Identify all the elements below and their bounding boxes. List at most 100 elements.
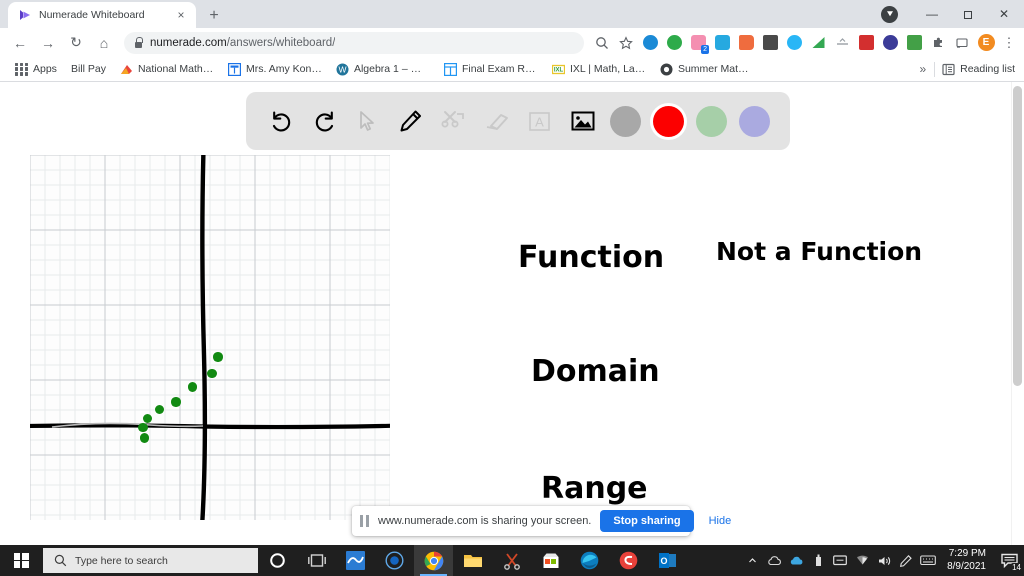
extension-cyan-square-icon[interactable] [710, 31, 734, 55]
close-window-button[interactable]: ✕ [986, 0, 1022, 28]
snipping-tool-icon[interactable] [492, 545, 531, 576]
color-swatch-red[interactable] [652, 104, 686, 138]
hide-button[interactable]: Hide [703, 515, 738, 527]
extension-kami-k-icon[interactable] [878, 31, 902, 55]
cortana-icon[interactable] [258, 545, 297, 576]
extension-pink-tag-icon[interactable]: 2 [686, 31, 710, 55]
shapes-tool[interactable] [437, 104, 471, 138]
extension-orange-book-icon[interactable] [734, 31, 758, 55]
tray-pen-icon[interactable] [895, 545, 917, 576]
outlook-icon[interactable]: O [648, 545, 687, 576]
bookmark-item-bill-pay[interactable]: Bill Pay [64, 58, 113, 80]
screen-share-bar: www.numerade.com is sharing your screen.… [352, 506, 731, 536]
taskbar-clock[interactable]: 7:29 PM 8/9/2021 [939, 545, 994, 576]
tray-volume-icon[interactable] [873, 545, 895, 576]
extension-blue-circle-icon[interactable] [638, 31, 662, 55]
address-bar[interactable]: numerade.com/answers/whiteboard/ [124, 31, 584, 54]
pencil-tool[interactable] [394, 104, 428, 138]
eraser-tool[interactable] [480, 104, 514, 138]
bookmark-apps[interactable]: Apps [8, 58, 64, 80]
tray-keyboard-icon[interactable] [917, 545, 939, 576]
select-cursor-tool[interactable] [351, 104, 385, 138]
label-range: Range [541, 471, 648, 506]
bookmark-item-summer-math-practice[interactable]: Summer Math Pract... [653, 58, 761, 80]
page-scrollbar[interactable] [1011, 82, 1024, 545]
color-swatch-green[interactable] [695, 104, 729, 138]
windows-start-icon[interactable] [0, 545, 42, 576]
image-tool[interactable] [566, 104, 600, 138]
extension-adobe-pdf-icon[interactable] [854, 31, 878, 55]
bookmark-label: Summer Math Pract... [677, 63, 754, 75]
bookmark-label: Algebra 1 – When... [353, 63, 430, 75]
extension-cast-icon[interactable] [950, 31, 974, 55]
table-icon [443, 62, 458, 76]
tray-blue-cloud-icon[interactable] [785, 545, 807, 576]
bookmark-item-ixl[interactable]: IXL IXL | Math, Languag... [545, 58, 653, 80]
redo-button[interactable] [308, 104, 342, 138]
reading-list-label: Reading list [960, 63, 1015, 75]
bookmark-star-icon[interactable] [614, 31, 638, 55]
minimize-button[interactable]: — [914, 0, 950, 28]
extension-puzzle-piece-icon[interactable] [926, 31, 950, 55]
extension-dark-grid-icon[interactable] [758, 31, 782, 55]
zoom-search-icon[interactable] [590, 31, 614, 55]
tab-numerade-whiteboard[interactable]: Numerade Whiteboard × [8, 2, 196, 28]
reading-list-button[interactable]: Reading list [935, 63, 1024, 76]
tray-chevron-up-icon[interactable] [741, 545, 763, 576]
forward-icon[interactable]: → [34, 29, 62, 57]
file-explorer-icon[interactable] [453, 545, 492, 576]
window-controls: — ✕ [881, 0, 1024, 28]
bookmark-item-final-exam-review[interactable]: Final Exam Review -... [437, 58, 545, 80]
tray-wifi-icon[interactable] [851, 545, 873, 576]
graph-point [138, 422, 148, 433]
profile-avatar-e[interactable]: E [974, 31, 998, 55]
close-icon[interactable]: × [174, 8, 188, 22]
pause-icon[interactable] [360, 515, 369, 527]
wordpress-icon: W [336, 63, 349, 76]
home-icon[interactable]: ⌂ [90, 29, 118, 57]
microsoft-store-icon[interactable] [531, 545, 570, 576]
app-blue-wave-icon[interactable] [336, 545, 375, 576]
app-red-swirl-icon[interactable] [609, 545, 648, 576]
bookmark-item-algebra-1[interactable]: W Algebra 1 – When... [329, 58, 437, 80]
extension-gray-line-icon[interactable] [830, 31, 854, 55]
coordinate-graph[interactable] [30, 155, 390, 520]
notification-icon[interactable]: 14 [994, 545, 1024, 576]
profile-badge-icon[interactable] [881, 5, 898, 23]
extension-green-plus-icon[interactable] [662, 31, 686, 55]
share-message: www.numerade.com is sharing your screen. [378, 515, 592, 527]
clock-time: 7:29 PM [948, 548, 986, 560]
color-swatch-gray[interactable] [609, 104, 643, 138]
clock-date: 8/9/2021 [947, 560, 986, 572]
bookmark-label: Final Exam Review -... [461, 63, 538, 75]
back-icon[interactable]: ← [6, 29, 34, 57]
scrollbar-thumb[interactable] [1013, 86, 1022, 386]
tray-onedrive-icon[interactable] [763, 545, 785, 576]
url-domain: numerade.com [150, 36, 227, 49]
bookmarks-overflow-button[interactable]: » [911, 62, 934, 76]
microsoft-edge-icon[interactable] [570, 545, 609, 576]
undo-button[interactable] [265, 104, 299, 138]
google-chrome-icon[interactable] [414, 545, 453, 576]
extension-cast-green-icon[interactable] [806, 31, 830, 55]
reload-icon[interactable]: ↻ [62, 29, 90, 57]
chrome-menu-icon[interactable]: ⋮ [998, 35, 1020, 51]
extension-blue-diamond-icon[interactable] [782, 31, 806, 55]
bookmark-item-national-math[interactable]: National Math and... [113, 58, 221, 80]
maximize-button[interactable] [950, 0, 986, 28]
bookmark-label: Mrs. Amy Koning -... [245, 63, 322, 75]
color-swatch-purple[interactable] [738, 104, 772, 138]
extension-green-save-icon[interactable] [902, 31, 926, 55]
task-view-icon[interactable] [297, 545, 336, 576]
stop-sharing-button[interactable]: Stop sharing [600, 510, 694, 532]
bookmark-item-mrs-amy-koning[interactable]: Mrs. Amy Koning -... [221, 58, 329, 80]
whiteboard-canvas[interactable]: A Function Not a Function Domain Range w… [0, 82, 1024, 545]
text-tool[interactable]: A [523, 104, 557, 138]
bookmark-label: National Math and... [137, 63, 214, 75]
new-tab-button[interactable]: + [201, 4, 227, 28]
app-circle-icon[interactable] [375, 545, 414, 576]
graph-point [207, 368, 217, 379]
tray-display-icon[interactable] [829, 545, 851, 576]
tray-usb-icon[interactable] [807, 545, 829, 576]
taskbar-search-input[interactable]: Type here to search [43, 548, 258, 573]
